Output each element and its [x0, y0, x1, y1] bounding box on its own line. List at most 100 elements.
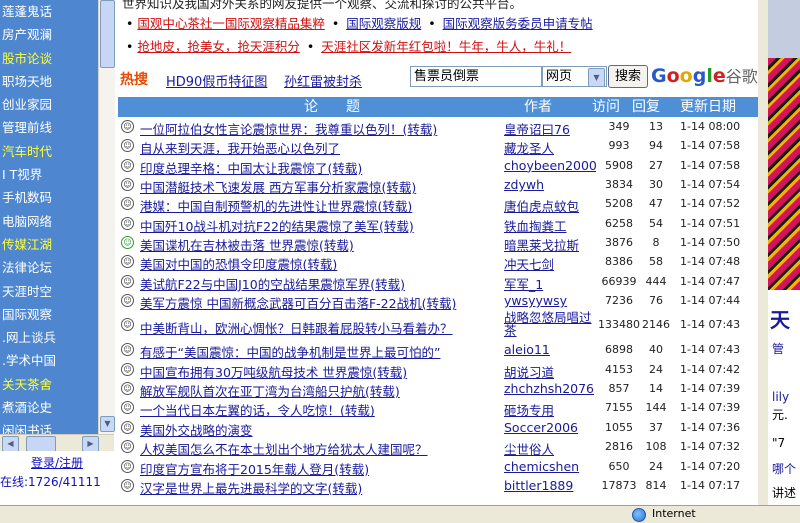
sidebar-item[interactable]: 手机数码: [0, 186, 98, 209]
sidebar-vertical-scrollbar[interactable]: ▼: [98, 0, 115, 434]
page-vertical-scrollbar[interactable]: [758, 0, 768, 505]
chevron-down-icon[interactable]: ▼: [588, 68, 605, 87]
thread-title-link[interactable]: 自从来到天涯，我开始恶心以色列了: [140, 138, 340, 157]
thread-author-link[interactable]: 皇帝诏曰76: [504, 119, 596, 138]
thread-title-link[interactable]: 港媒：中国自制预警机的先进性让世界震惊(转载): [140, 196, 412, 215]
thread-author-link[interactable]: 暗黑莱戈拉斯: [504, 235, 596, 254]
notice-link-jifen[interactable]: 抢地皮，抢美女，抢天涯积分: [137, 39, 300, 54]
sidebar-item[interactable]: 创业家园: [0, 93, 98, 116]
notice-link-jingpin[interactable]: 国观中心茶社一国际观察精品集粹: [137, 16, 325, 31]
thread-title-link[interactable]: 一个当代日本左翼的话，令人吃惊！(转载): [140, 400, 375, 419]
thread-author-link[interactable]: 胡说习道: [504, 362, 596, 381]
thread-title-link[interactable]: 中美断背山，欧洲心惆怅？日韩跟着屁股转小马看着办？: [140, 318, 453, 337]
thread-author-link[interactable]: Soccer2006: [504, 420, 596, 435]
scroll-right-arrow-icon[interactable]: ▶: [82, 436, 99, 452]
search-button[interactable]: 搜索: [608, 65, 648, 88]
search-type-select[interactable]: 网页 ▼: [542, 66, 607, 87]
sidebar-item[interactable]: 闲闲书话: [0, 419, 98, 434]
online-count: 在线:1726/41111: [0, 475, 101, 489]
thread-title-link[interactable]: 美国对中国的恐惧令印度震惊(转载): [140, 254, 337, 273]
thread-author-link[interactable]: bittler1889: [504, 478, 596, 493]
login-register-link[interactable]: 登录/注册: [0, 454, 114, 471]
thread-author-link[interactable]: 藏龙圣人: [504, 138, 596, 157]
thread-title-link[interactable]: 美试航F22与中国J10的空战结果震惊军界(转载): [140, 274, 405, 293]
thread-date: 1-14 08:00: [680, 120, 741, 133]
thread-author-link[interactable]: choybeen2000: [504, 158, 596, 173]
sidebar-hscroll-thumb[interactable]: [26, 436, 56, 452]
sidebar-item[interactable]: 房产观澜: [0, 23, 98, 46]
sidebar-item[interactable]: .网上谈兵: [0, 326, 98, 349]
right-panel-text[interactable]: 哪个: [772, 460, 796, 477]
thread-author-link[interactable]: 唐伯虎点蚊包: [504, 196, 596, 215]
sidebar-item[interactable]: 电脑网络: [0, 210, 98, 233]
sidebar-item[interactable]: 管理前线: [0, 116, 98, 139]
sidebar-item[interactable]: .学术中国: [0, 349, 98, 372]
thread-title-link[interactable]: 解放军舰队首次在亚丁湾为台湾船只护航(转载): [140, 381, 400, 400]
search-input[interactable]: 售票员倒票: [410, 66, 542, 87]
thread-author-link[interactable]: ywsyywsy: [504, 293, 596, 308]
sidebar-item[interactable]: I T视界: [0, 163, 98, 186]
sidebar-item[interactable]: 汽车时代: [0, 140, 98, 163]
smiley-icon: ☺: [121, 274, 134, 288]
sidebar-item[interactable]: 煮酒论史: [0, 396, 98, 419]
sidebar-item[interactable]: 传媒江湖: [0, 233, 98, 256]
hot-search-link[interactable]: HD90假币特征图: [166, 71, 267, 90]
thread-author-link[interactable]: 军军_1: [504, 274, 596, 293]
thread-title-link[interactable]: 中国歼10战斗机对抗F22的结果震惊了美军(转载): [140, 216, 414, 235]
thread-title-link[interactable]: 汉字是世界上最先进最科学的文字(转载): [140, 478, 362, 497]
notice-link-hongbao[interactable]: 天涯社区发新年红包啦！牛年，牛人，牛礼！: [321, 39, 571, 54]
thread-title-link[interactable]: 美国外交战略的演变: [140, 420, 253, 439]
thread-date: 1-14 07:32: [680, 440, 741, 454]
sidebar-item[interactable]: 关天茶舍: [0, 373, 98, 396]
thread-author-link[interactable]: 战略忽悠局唱过茶: [504, 311, 596, 337]
right-ad-panel: 天 管 lily 元. "7 哪个 讲述: [768, 0, 800, 505]
scroll-left-arrow-icon[interactable]: ◀: [2, 436, 19, 452]
thread-title-link[interactable]: 中国潜艇技术飞速发展 西方军事分析家震惊(转载): [140, 177, 416, 196]
sidebar-horizontal-scrollbar[interactable]: ◀ ▶: [0, 434, 114, 452]
sidebar-scroll-thumb[interactable]: [100, 0, 115, 68]
thread-date: 1-14 07:43: [680, 343, 741, 357]
thread-date: 1-14 07:58: [680, 139, 741, 153]
thread-title-link[interactable]: 人权美国怎么不在本土划出个地方给犹太人建国呢？: [140, 439, 428, 458]
sidebar-item[interactable]: 法律论坛: [0, 256, 98, 279]
thread-author-link[interactable]: chemicshen: [504, 459, 596, 474]
thread-author-link[interactable]: 砸场专用: [504, 400, 596, 419]
thread-title-link[interactable]: 中国宣布拥有30万吨级航母技术 世界震惊(转载): [140, 362, 407, 381]
sidebar-item[interactable]: 国际观察: [0, 303, 98, 326]
forum-sidebar: 莲蓬鬼话 房产观澜 股市论谈 职场天地 创业家园 管理前线 汽车时代 I T视界 手机数码 电脑网…: [0, 0, 98, 434]
notice-link-apply[interactable]: 国际观察版务委员申请专帖: [443, 16, 593, 31]
column-header-views: 访问: [592, 99, 620, 115]
ad-banner-image[interactable]: [768, 58, 800, 290]
table-row: ☺ 美军方震惊 中国新概念武器可百分百击落F-22战机(转载) ywsyywsy 72…: [118, 291, 758, 312]
thread-date: 1-14 07:48: [680, 255, 741, 269]
thread-title-link[interactable]: 美国谍机在吉林被击落 世界震惊(转载): [140, 235, 354, 254]
thread-date: 1-14 07:17: [680, 478, 741, 492]
thread-replies: 2146: [642, 318, 670, 332]
thread-title-link[interactable]: 美军方震惊 中国新概念武器可百分百击落F-22战机(转载): [140, 293, 456, 312]
table-row: ☺ 解放军舰队首次在亚丁湾为台湾船只护航(转载) zhchzhsh2076 857 14…: [118, 379, 758, 400]
thread-title-link[interactable]: 有感于“美国震惊：中国的战争机制是世界上最可怕的”: [140, 342, 440, 361]
thread-author-link[interactable]: 冲天七剑: [504, 254, 596, 273]
thread-title-link[interactable]: 印度总理辛格：中国太让我震惊了(转载): [140, 158, 362, 177]
thread-title-link[interactable]: 一位阿拉伯女性言论震惊世界：我尊重以色列！(转载): [140, 119, 437, 138]
thread-author-link[interactable]: zdywh: [504, 177, 596, 192]
thread-author-link[interactable]: zhchzhsh2076: [504, 381, 596, 396]
thread-author-link[interactable]: 尘世俗人: [504, 439, 596, 458]
thread-author-link[interactable]: 铁血掏粪工: [504, 216, 596, 235]
smiley-icon: ☺: [121, 216, 134, 230]
bullet: •: [331, 16, 340, 31]
hot-search-logo: 热搜: [120, 72, 148, 88]
board-notice: 世界知识及我国对外关系的网友提供一个观察、交流和探讨的公共平台。 • 国观中心茶…: [118, 0, 766, 62]
thread-author-link[interactable]: aleio11: [504, 342, 596, 357]
scroll-down-arrow-icon[interactable]: ▼: [100, 416, 115, 432]
thread-replies: 37: [649, 420, 663, 434]
sidebar-item[interactable]: 天涯时空: [0, 280, 98, 303]
notice-link-banggui[interactable]: 国际观察版规: [346, 16, 421, 31]
sidebar-item[interactable]: 股市论谈: [0, 47, 98, 70]
smiley-icon: ☺: [121, 318, 134, 332]
sidebar-item[interactable]: 莲蓬鬼话: [0, 0, 98, 23]
sidebar-item[interactable]: 职场天地: [0, 70, 98, 93]
thread-title-link[interactable]: 印度官方宣布将于2015年载人登月(转载): [140, 459, 369, 478]
right-panel-text[interactable]: lily: [772, 390, 789, 404]
hot-search-link[interactable]: 孙红雷被封杀: [284, 71, 362, 90]
